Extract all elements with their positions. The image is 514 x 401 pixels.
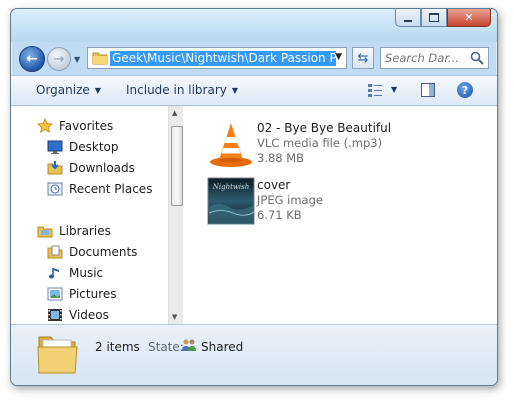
- sidebar-item-label: Downloads: [69, 161, 135, 175]
- sidebar-item-videos[interactable]: Videos: [47, 305, 109, 325]
- file-name: cover: [257, 178, 291, 192]
- state-label: State:: [148, 340, 184, 354]
- file-name: 02 - Bye Bye Beautiful: [257, 121, 392, 135]
- sidebar-item-label: Videos: [69, 308, 109, 322]
- scroll-up-icon[interactable]: ▲: [172, 109, 177, 117]
- folder-icon: [37, 336, 78, 374]
- music-icon: [49, 268, 59, 279]
- album-cover-text: Nightwish: [212, 183, 250, 191]
- recent-pages-dropdown[interactable]: ▼: [74, 55, 80, 64]
- back-button[interactable]: ←: [19, 46, 45, 72]
- sidebar-item-documents[interactable]: Documents: [47, 242, 137, 262]
- sidebar-item-label: Documents: [69, 245, 138, 259]
- sidebar-item-label: Favorites: [59, 119, 114, 133]
- maximize-icon: [429, 13, 439, 22]
- sidebar-item-libraries[interactable]: Libraries: [37, 221, 111, 241]
- help-icon[interactable]: ?: [457, 82, 473, 98]
- include-in-library-button[interactable]: Include in library ▼: [126, 83, 238, 97]
- sidebar-item-desktop[interactable]: Desktop: [47, 137, 119, 157]
- explorer-window: ✕ ← → ▼ Geek\Music\Nightwish\Dark Passio…: [10, 8, 498, 386]
- documents-icon: [47, 245, 63, 259]
- change-view-icon[interactable]: [367, 82, 383, 98]
- search-icon[interactable]: [470, 51, 484, 65]
- maximize-button[interactable]: [421, 9, 447, 27]
- scrollbar-thumb[interactable]: [171, 126, 183, 206]
- sidebar-item-label: Libraries: [59, 224, 111, 238]
- scroll-down-icon[interactable]: ▼: [172, 313, 177, 321]
- search-box[interactable]: [380, 47, 489, 69]
- chevron-down-icon: ▼: [231, 86, 239, 95]
- sidebar-item-recent-places[interactable]: Recent Places: [47, 179, 152, 199]
- libraries-icon: [37, 226, 53, 238]
- recent-places-icon: [47, 182, 63, 196]
- close-button[interactable]: ✕: [447, 9, 491, 27]
- sidebar-item-label: Music: [69, 266, 104, 280]
- arrow-right-icon: →: [53, 51, 65, 67]
- organize-label: Organize: [36, 83, 90, 97]
- sidebar-item-music[interactable]: Music: [47, 263, 103, 283]
- file-size: 6.71 KB: [257, 208, 302, 222]
- arrow-left-icon: ←: [26, 51, 38, 67]
- folder-icon: [92, 52, 108, 65]
- videos-icon: [48, 309, 62, 321]
- file-type: VLC media file (.mp3): [257, 136, 383, 150]
- sidebar-item-label: Desktop: [69, 140, 119, 154]
- details-pane: 2 items State: Shared: [11, 324, 497, 385]
- sidebar-item-label: Recent Places: [69, 182, 153, 196]
- minimize-button[interactable]: [395, 9, 421, 27]
- pictures-icon: [47, 287, 63, 301]
- file-item[interactable]: Nightwish cover JPEG image 6.71 KB: [207, 177, 467, 225]
- file-type: JPEG image: [257, 193, 323, 207]
- sidebar-item-label: Pictures: [69, 287, 117, 301]
- command-bar: Organize ▼ Include in library ▼ ▼ ?: [11, 75, 497, 106]
- sidebar-item-pictures[interactable]: Pictures: [47, 284, 117, 304]
- nav-scrollbar[interactable]: ▲ ▼: [168, 106, 183, 324]
- star-icon: [37, 118, 53, 133]
- shared-users-icon: [182, 339, 196, 351]
- caption-buttons: ✕: [395, 9, 491, 27]
- state-value: Shared: [201, 340, 244, 354]
- file-list: 02 - Bye Bye Beautiful VLC media file (.…: [183, 106, 497, 324]
- vlc-cone-icon: [210, 123, 252, 167]
- close-icon: ✕: [464, 11, 474, 24]
- downloads-icon: [47, 161, 63, 175]
- sidebar-item-downloads[interactable]: Downloads: [47, 158, 135, 178]
- address-dropdown-icon[interactable]: ▼: [335, 52, 342, 62]
- album-cover-thumbnail: Nightwish: [207, 177, 255, 225]
- search-input[interactable]: [385, 50, 469, 66]
- refresh-icon: ⇆: [357, 50, 369, 66]
- forward-button[interactable]: →: [47, 47, 71, 71]
- navigation-bar: ← → ▼ Geek\Music\Nightwish\Dark Passion …: [11, 43, 497, 73]
- item-count: 2 items: [95, 340, 140, 354]
- navigation-pane: Favorites Desktop Downloads Recent Place…: [11, 106, 183, 324]
- include-in-library-label: Include in library: [126, 83, 227, 97]
- file-item[interactable]: 02 - Bye Bye Beautiful VLC media file (.…: [207, 120, 467, 168]
- more-options-icon[interactable]: ▼: [391, 85, 397, 94]
- file-size: 3.88 MB: [257, 151, 305, 165]
- refresh-button[interactable]: ⇆: [352, 47, 374, 69]
- title-bar[interactable]: ✕: [11, 9, 497, 42]
- desktop-icon: [47, 140, 63, 154]
- address-bar[interactable]: Geek\Music\Nightwish\Dark Passion Play ▼: [87, 47, 347, 69]
- preview-pane-icon[interactable]: [421, 83, 435, 97]
- chevron-down-icon: ▼: [94, 86, 101, 95]
- sidebar-item-favorites[interactable]: Favorites: [37, 116, 113, 136]
- organize-button[interactable]: Organize ▼: [36, 83, 101, 97]
- address-path[interactable]: Geek\Music\Nightwish\Dark Passion Play: [110, 51, 336, 66]
- minimize-icon: [404, 19, 412, 22]
